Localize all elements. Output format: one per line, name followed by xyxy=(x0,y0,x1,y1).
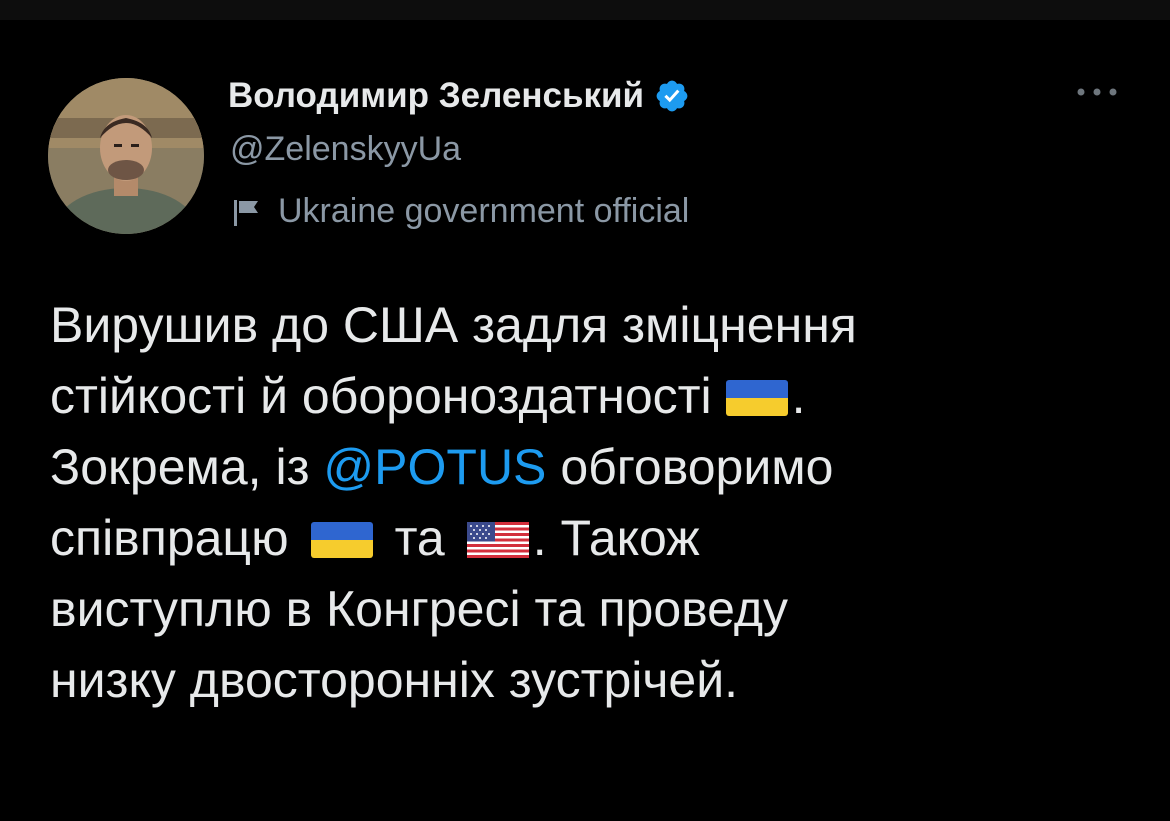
tweet-card: Володимир Зеленський @ZelenskyyUa Ukrain… xyxy=(0,20,1170,821)
tweet-line: стійкості й обороноздатності. xyxy=(50,361,1130,432)
tweet-line: низку двосторонніх зустрічей. xyxy=(50,645,1130,716)
affiliation-text: Ukraine government official xyxy=(278,192,690,230)
flag-icon xyxy=(230,194,266,230)
mention-link[interactable]: @POTUS xyxy=(323,439,546,495)
usa-flag-icon xyxy=(466,522,529,558)
author-row: Володимир Зеленський xyxy=(228,72,690,120)
tweet-text: Вирушив до США задля зміцнення стійкості… xyxy=(50,290,1130,716)
tweet-text-segment: обговоримо xyxy=(560,439,834,495)
tweet-line: виступлю в Конгресі та проведу xyxy=(50,574,1130,645)
tweet-text-segment: та xyxy=(394,510,445,566)
ukraine-flag-icon xyxy=(725,380,788,416)
tweet-text-segment: співпрацю xyxy=(50,510,289,566)
tweet-line: співпрацю та . Також xyxy=(50,503,1130,574)
more-options-button[interactable] xyxy=(1070,72,1124,112)
tweet-text-segment: . Також xyxy=(532,510,700,566)
ellipsis-icon xyxy=(1077,88,1117,96)
tweet-text-segment: низку двосторонніх зустрічей. xyxy=(50,652,739,708)
avatar[interactable] xyxy=(48,78,204,234)
verified-badge-icon xyxy=(654,78,690,114)
top-strip xyxy=(0,0,1170,20)
tweet-text-segment: . xyxy=(791,368,806,424)
tweet-text-segment: стійкості й обороноздатності xyxy=(50,368,712,424)
tweet-text-segment: Вирушив до США задля зміцнення xyxy=(50,297,857,353)
profile-photo-icon xyxy=(48,78,204,234)
tweet-text-segment: виступлю в Конгресі та проведу xyxy=(50,581,789,637)
author-handle[interactable]: @ZelenskyyUa xyxy=(230,130,461,169)
display-name[interactable]: Володимир Зеленський xyxy=(228,76,644,116)
ukraine-flag-icon xyxy=(310,522,373,558)
affiliation-label: Ukraine government official xyxy=(230,192,689,231)
tweet-line: Вирушив до США задля зміцнення xyxy=(50,290,1130,361)
tweet-text-segment: Зокрема, із xyxy=(50,439,310,495)
tweet-line: Зокрема, із @POTUS обговоримо xyxy=(50,432,1130,503)
